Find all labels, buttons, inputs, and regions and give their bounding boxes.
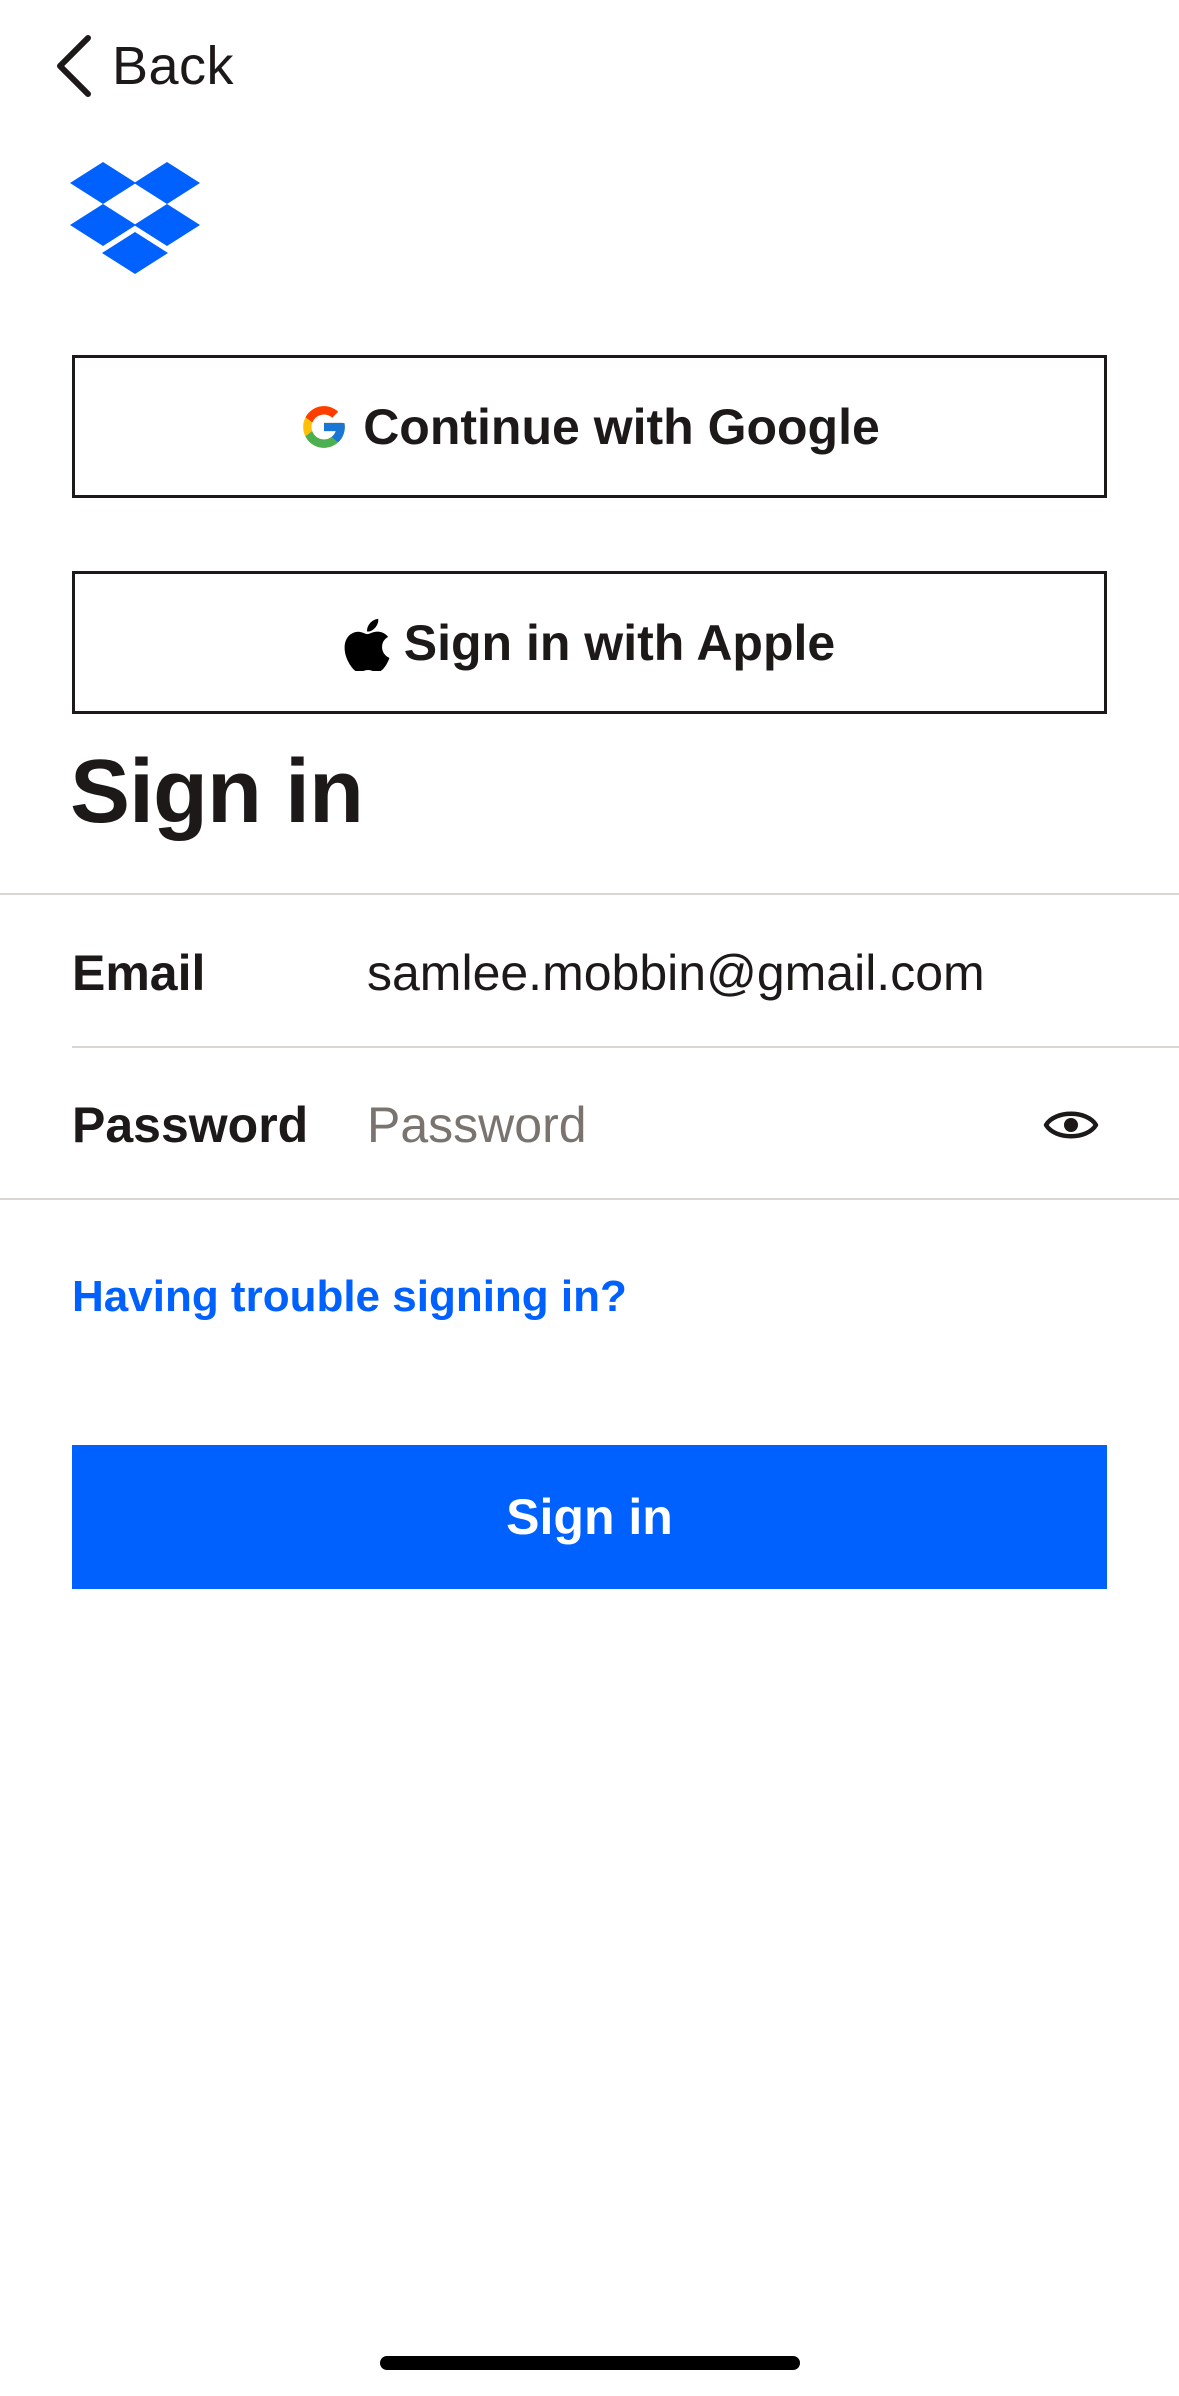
- password-label: Password: [72, 1097, 309, 1153]
- back-button[interactable]: Back: [54, 28, 234, 104]
- sign-in-button[interactable]: Sign in: [72, 1445, 1107, 1589]
- chevron-left-icon: [57, 35, 91, 97]
- eye-icon[interactable]: [1043, 1105, 1099, 1145]
- apple-icon: [344, 615, 390, 671]
- google-g-icon: [299, 402, 349, 452]
- password-row: Password: [72, 1050, 1179, 1200]
- divider-middle: [72, 1046, 1179, 1048]
- divider-top: [0, 893, 1179, 895]
- trouble-signing-in-link[interactable]: Having trouble signing in?: [72, 1272, 627, 1322]
- email-row: Email: [72, 898, 1179, 1048]
- email-label: Email: [72, 945, 206, 1001]
- apple-button-label: Sign in with Apple: [403, 614, 836, 671]
- back-label: Back: [112, 36, 235, 96]
- google-button-label: Continue with Google: [363, 398, 880, 455]
- page-title: Sign in: [70, 742, 364, 842]
- divider-bottom: [0, 1198, 1179, 1200]
- continue-with-google-button[interactable]: Continue with Google: [72, 355, 1107, 498]
- email-field[interactable]: [367, 944, 1179, 1002]
- dropbox-logo-icon: [70, 162, 200, 274]
- sign-in-with-apple-button[interactable]: Sign in with Apple: [72, 571, 1107, 714]
- dropbox-logo: [70, 162, 200, 276]
- home-indicator: [380, 2356, 800, 2370]
